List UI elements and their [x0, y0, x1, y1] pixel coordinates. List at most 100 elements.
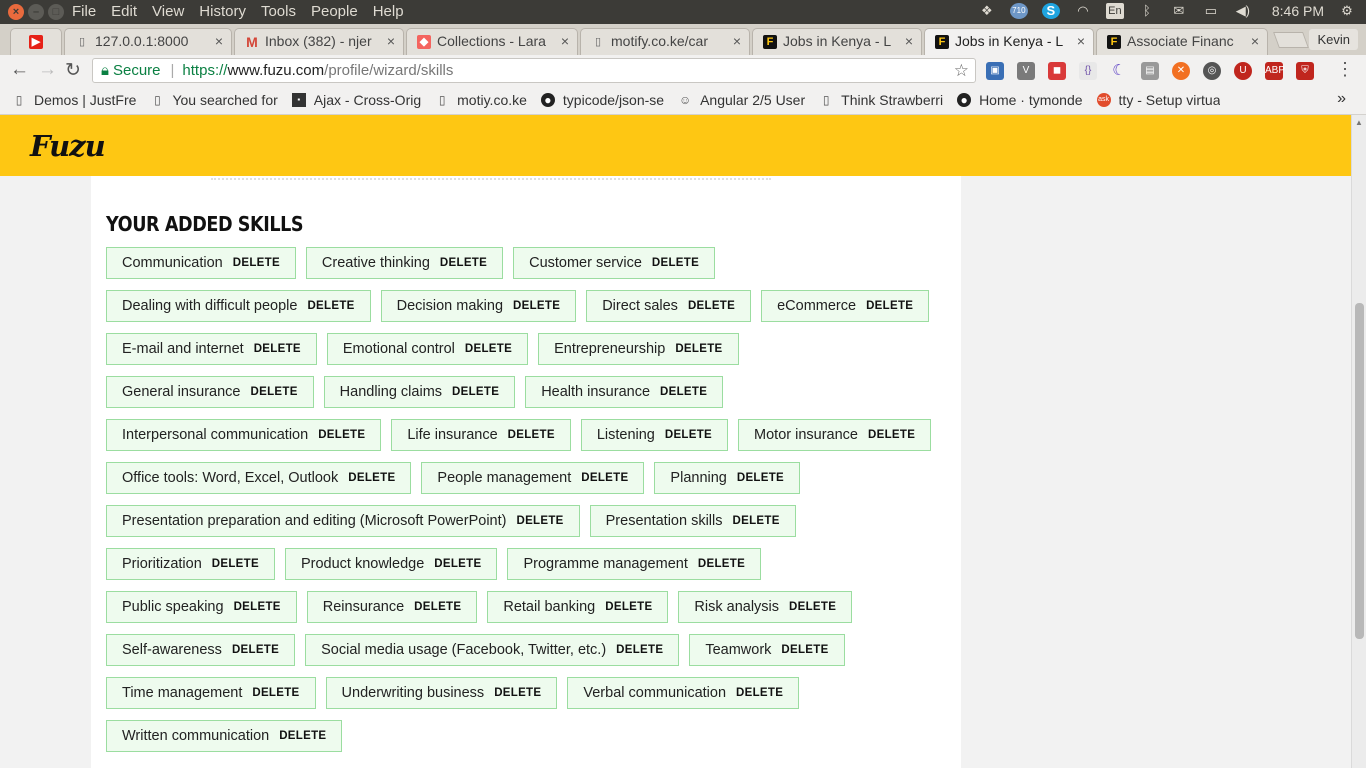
menu-people[interactable]: People [311, 3, 358, 20]
new-tab-button[interactable] [1273, 32, 1309, 48]
bookmarks-overflow-icon[interactable]: » [1337, 90, 1346, 108]
json-viewer-icon[interactable]: {} [1079, 62, 1097, 80]
close-icon[interactable]: × [215, 33, 223, 49]
close-icon[interactable]: × [733, 33, 741, 49]
delete-skill-button[interactable]: DELETE [616, 644, 663, 656]
close-icon[interactable]: × [387, 33, 395, 49]
window-close-icon[interactable]: × [8, 4, 24, 20]
bookmark-item[interactable]: ▯ Think Strawberri [819, 92, 943, 108]
scrollbar-thumb[interactable] [1355, 303, 1364, 639]
close-icon[interactable]: × [1077, 33, 1085, 49]
delete-skill-button[interactable]: DELETE [212, 558, 259, 570]
delete-skill-button[interactable]: DELETE [254, 343, 301, 355]
delete-skill-button[interactable]: DELETE [660, 386, 707, 398]
delete-skill-button[interactable]: DELETE [781, 644, 828, 656]
menu-dots-icon[interactable]: ⋮ [1336, 59, 1354, 80]
tab-fuzu-jobs-active[interactable]: F Jobs in Kenya - L × [924, 28, 1094, 55]
bluetooth-icon[interactable]: ᛒ [1138, 3, 1156, 19]
delete-skill-button[interactable]: DELETE [508, 429, 555, 441]
menu-view[interactable]: View [152, 3, 184, 20]
delete-skill-button[interactable]: DELETE [789, 601, 836, 613]
delete-skill-button[interactable]: DELETE [434, 558, 481, 570]
tab-associate-finance[interactable]: F Associate Financ × [1096, 28, 1268, 55]
bookmark-item[interactable]: ● Home · tymonde [957, 92, 1083, 108]
scroll-up-icon[interactable]: ▲ [1355, 118, 1363, 127]
clock[interactable]: 8:46 PM [1272, 3, 1324, 19]
delete-skill-button[interactable]: DELETE [307, 300, 354, 312]
close-icon[interactable]: × [1251, 33, 1259, 49]
delete-skill-button[interactable]: DELETE [494, 687, 541, 699]
vue-devtools-icon[interactable]: V [1017, 62, 1035, 80]
delete-skill-button[interactable]: DELETE [234, 601, 281, 613]
bookmark-item[interactable]: ▯ Demos | JustFre [12, 92, 137, 108]
battery-icon[interactable]: ▭ [1202, 3, 1220, 19]
weather-badge-icon[interactable]: 710 [1009, 3, 1028, 19]
tab-fuzu-jobs-1[interactable]: F Jobs in Kenya - L × [752, 28, 922, 55]
delete-skill-button[interactable]: DELETE [452, 386, 499, 398]
mail-icon[interactable]: ✉ [1170, 3, 1188, 19]
delete-skill-button[interactable]: DELETE [868, 429, 915, 441]
fuzu-logo[interactable]: Fuzu [30, 129, 106, 163]
delete-skill-button[interactable]: DELETE [605, 601, 652, 613]
close-icon[interactable]: × [905, 33, 913, 49]
delete-skill-button[interactable]: DELETE [516, 515, 563, 527]
menu-file[interactable]: File [72, 3, 96, 20]
delete-skill-button[interactable]: DELETE [675, 343, 722, 355]
adblock-icon[interactable]: ABP [1265, 62, 1285, 80]
extension-icon[interactable]: ◎ [1203, 62, 1221, 80]
bookmark-item[interactable]: ask tty - Setup virtua [1096, 92, 1220, 108]
dropbox-icon[interactable]: ❖ [978, 3, 996, 19]
power-gear-icon[interactable]: ⚙ [1338, 3, 1356, 19]
extension-icon[interactable]: ▤ [1141, 62, 1159, 80]
delete-skill-button[interactable]: DELETE [733, 515, 780, 527]
delete-skill-button[interactable]: DELETE [665, 429, 712, 441]
menu-edit[interactable]: Edit [111, 3, 137, 20]
menu-tools[interactable]: Tools [261, 3, 296, 20]
delete-skill-button[interactable]: DELETE [866, 300, 913, 312]
close-icon[interactable]: × [561, 33, 569, 49]
bookmark-item[interactable]: ▯ You searched for [150, 92, 278, 108]
delete-skill-button[interactable]: DELETE [737, 472, 784, 484]
back-arrow-icon[interactable]: ← [10, 59, 29, 81]
delete-skill-button[interactable]: DELETE [318, 429, 365, 441]
delete-skill-button[interactable]: DELETE [440, 257, 487, 269]
delete-skill-button[interactable]: DELETE [348, 472, 395, 484]
profile-button[interactable]: Kevin [1309, 29, 1358, 50]
tab-localhost[interactable]: ▯ 127.0.0.1:8000 × [64, 28, 232, 55]
extension-icon[interactable]: ▣ [986, 62, 1004, 80]
delete-skill-button[interactable]: DELETE [688, 300, 735, 312]
shield-icon[interactable]: ⛨ [1296, 62, 1314, 80]
forward-arrow-icon[interactable]: → [38, 59, 57, 81]
reload-icon[interactable]: ↻ [65, 59, 81, 82]
window-minimize-icon[interactable]: – [28, 4, 44, 20]
extension-icon[interactable]: ✕ [1172, 62, 1190, 80]
ublock-icon[interactable]: U [1234, 62, 1252, 80]
delete-skill-button[interactable]: DELETE [581, 472, 628, 484]
delete-skill-button[interactable]: DELETE [736, 687, 783, 699]
tab-youtube[interactable]: ▶ [10, 28, 62, 55]
delete-skill-button[interactable]: DELETE [252, 687, 299, 699]
bookmark-item[interactable]: ● typicode/json-se [540, 92, 664, 108]
delete-skill-button[interactable]: DELETE [652, 257, 699, 269]
tab-gmail[interactable]: M Inbox (382) - njer × [234, 28, 404, 55]
bookmark-item[interactable]: ☺ Angular 2/5 User [678, 92, 805, 108]
volume-icon[interactable]: ◀) [1234, 3, 1252, 19]
bookmark-item[interactable]: ▪ Ajax - Cross-Orig [291, 92, 421, 108]
delete-skill-button[interactable]: DELETE [279, 730, 326, 742]
menu-history[interactable]: History [199, 3, 246, 20]
delete-skill-button[interactable]: DELETE [513, 300, 560, 312]
delete-skill-button[interactable]: DELETE [251, 386, 298, 398]
night-mode-icon[interactable]: ☾ [1110, 62, 1128, 80]
delete-skill-button[interactable]: DELETE [414, 601, 461, 613]
bookmark-star-icon[interactable]: ☆ [954, 61, 969, 81]
tab-laravel[interactable]: ◆ Collections - Lara × [406, 28, 578, 55]
address-bar[interactable]: 🔒︎ Secure | https://www.fuzu.com/profile/wi… [92, 58, 976, 83]
bookmark-item[interactable]: ▯ motiy.co.ke [435, 92, 527, 108]
menu-help[interactable]: Help [373, 3, 404, 20]
delete-skill-button[interactable]: DELETE [465, 343, 512, 355]
skype-icon[interactable]: S [1041, 3, 1060, 19]
tab-motify[interactable]: ▯ motify.co.ke/car × [580, 28, 750, 55]
window-maximize-icon[interactable]: □ [48, 4, 64, 20]
extension-icon[interactable]: ◼ [1048, 62, 1066, 80]
delete-skill-button[interactable]: DELETE [698, 558, 745, 570]
